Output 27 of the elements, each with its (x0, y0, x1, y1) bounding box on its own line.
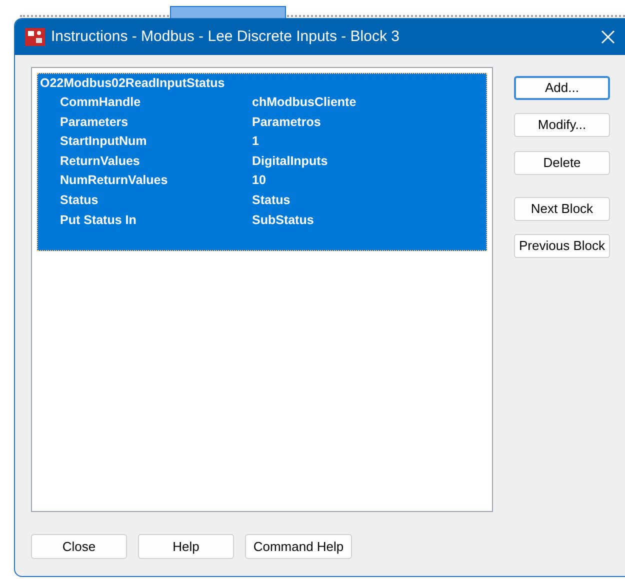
parameter-label: CommHandle (59, 94, 142, 111)
dialog-button[interactable]: Delete (514, 151, 610, 175)
parameter-value: Parametros (252, 114, 321, 131)
dialog-button[interactable]: Close (31, 534, 127, 559)
parameter-label: StartInputNum (59, 133, 148, 150)
close-icon[interactable] (601, 30, 615, 44)
parameter-label: ReturnValues (59, 152, 141, 170)
dialog-button[interactable]: Help (138, 534, 234, 559)
parameter-label: Put Status In (59, 212, 138, 229)
parameter-value: 10 (252, 172, 266, 190)
parameter-label: Status (59, 192, 100, 209)
parameter-value: 1 (252, 133, 259, 150)
dialog-button[interactable]: Next Block (514, 197, 610, 221)
instruction-entry[interactable]: O22Modbus02ReadInputStatus CommHandle chModbusCliente Parameters Parametros StartInputNum 1 ReturnValues DigitalInputs NumReturnValues 10 Status Status Put Status In SubStatus (37, 73, 487, 252)
parameter-label: Parameters (59, 114, 130, 131)
dialog-button[interactable]: Command Help (245, 534, 352, 559)
parameter-value: chModbusCliente (252, 94, 356, 111)
instruction-name: O22Modbus02ReadInputStatus (39, 75, 226, 92)
parameter-value: SubStatus (252, 212, 314, 229)
dialog-button[interactable]: Add... (514, 76, 610, 100)
dialog-button[interactable]: Previous Block (514, 234, 610, 258)
window-title: Instructions - Modbus - Lee Discrete Inputs - Block 3 (51, 26, 400, 47)
parameter-label: NumReturnValues (59, 172, 169, 190)
dialog-button[interactable]: Modify... (514, 113, 610, 137)
parameter-value: Status (252, 192, 290, 209)
parameter-value: DigitalInputs (252, 152, 328, 170)
app-icon (25, 28, 45, 46)
